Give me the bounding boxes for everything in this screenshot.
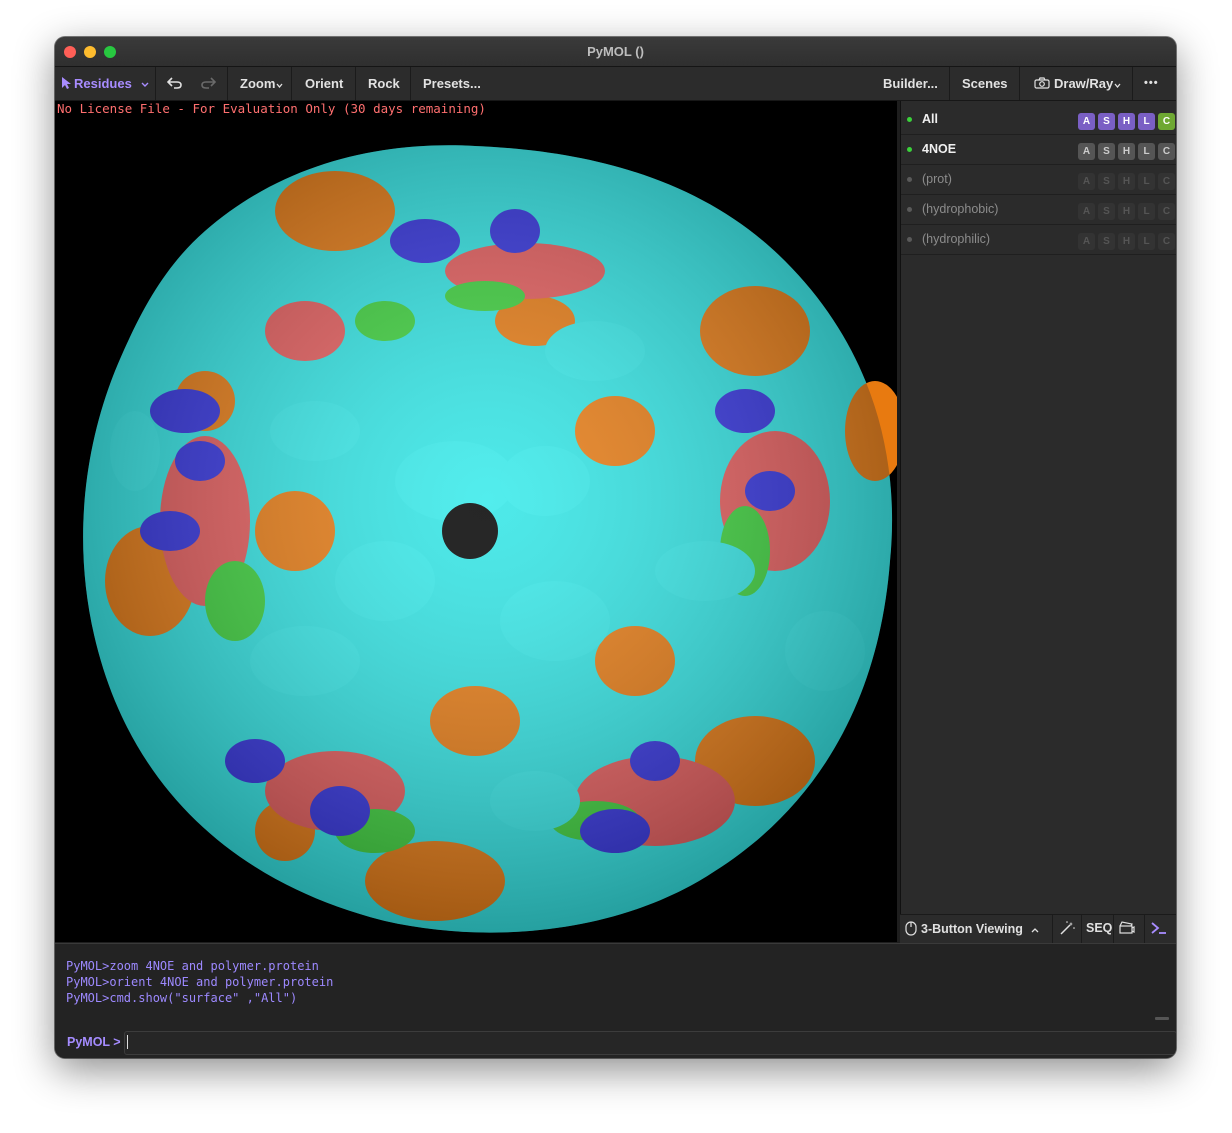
chevron-down-icon [276,83,283,89]
color-button[interactable]: C [1158,173,1175,190]
window-title: PyMOL () [587,44,644,59]
draw-ray-button[interactable]: Draw/Ray [1034,67,1121,100]
enabled-indicator[interactable] [907,207,912,212]
chevron-down-icon [141,82,149,87]
undo-icon [166,77,182,89]
movie-button[interactable] [1119,921,1135,937]
action-buttons: ASHLC [1075,111,1175,130]
hide-button[interactable]: H [1118,113,1135,130]
command-line-toggle[interactable] [1150,921,1168,938]
object-row-prot[interactable]: (prot) ASHLC [901,165,1176,195]
color-button[interactable]: C [1158,113,1175,130]
action-button[interactable]: A [1078,173,1095,190]
command-prompt-row: PyMOL > [55,1029,1176,1058]
color-button[interactable]: C [1158,233,1175,250]
object-name: (prot) [922,172,952,186]
object-row-hydrophilic[interactable]: (hydrophilic) ASHLC [901,225,1176,255]
scenes-button[interactable]: Scenes [962,67,1008,100]
rock-button[interactable]: Rock [368,67,400,100]
action-button[interactable]: A [1078,143,1095,160]
redo-button[interactable] [201,67,217,100]
magic-wand-icon [1060,921,1075,935]
action-button[interactable]: A [1078,113,1095,130]
action-buttons: ASHLC [1075,171,1175,190]
console-area: PyMOL>zoom 4NOE and polymer.protein PyMO… [55,943,1176,1058]
license-warning: No License File - For Evaluation Only (3… [57,101,486,116]
zoom-button[interactable]: Zoom [240,67,283,100]
console-output-line: PyMOL>zoom 4NOE and polymer.protein [66,959,319,973]
chevron-up-icon [1031,928,1039,933]
mouse-mode-selector[interactable]: Residues [61,67,149,100]
terminal-icon [1151,922,1166,934]
chevron-down-icon [1114,83,1121,89]
builder-button[interactable]: Builder... [883,67,938,100]
action-button[interactable]: A [1078,233,1095,250]
redo-icon [201,77,217,89]
hide-button[interactable]: H [1118,173,1135,190]
undo-button[interactable] [166,67,182,100]
orient-button[interactable]: Orient [305,67,343,100]
enabled-indicator[interactable] [907,177,912,182]
action-buttons: ASHLC [1075,231,1175,250]
console-output-line: PyMOL>orient 4NOE and polymer.protein [66,975,334,989]
object-row-4noe[interactable]: 4NOE ASHLC [901,135,1176,165]
pointer-icon [62,77,71,89]
resize-handle[interactable] [1155,1017,1169,1020]
3d-viewport[interactable]: No License File - For Evaluation Only (3… [55,101,897,942]
sequence-button[interactable]: SEQ [1086,921,1112,935]
action-buttons: ASHLC [1075,141,1175,160]
hide-button[interactable]: H [1118,233,1135,250]
presets-button[interactable]: Presets... [423,67,481,100]
title-bar: PyMOL () [55,37,1176,67]
mouse-mode-label: Residues [74,76,132,91]
draw-ray-label: Draw/Ray [1054,76,1114,91]
text-cursor [127,1035,128,1049]
show-button[interactable]: S [1098,113,1115,130]
color-button[interactable]: C [1158,203,1175,220]
label-button[interactable]: L [1138,113,1155,130]
prompt-label: PyMOL > [67,1035,121,1049]
viewing-mode-button[interactable]: 3-Button Viewing [905,921,1039,936]
console-output-line: PyMOL>cmd.show("surface" ,"All") [66,991,298,1005]
toolbar: Residues Zoom Orient Rock Presets... Bui… [55,67,1176,101]
zoom-label: Zoom [240,76,276,91]
enabled-indicator[interactable] [907,147,912,152]
command-input[interactable] [124,1031,1176,1055]
object-row-all[interactable]: All ASHLC [901,105,1176,135]
panel-bottom-bar: 3-Button Viewing SEQ [900,914,1176,943]
wizard-button[interactable] [1059,921,1075,938]
object-panel: All ASHLC 4NOE ASHLC (prot) ASHLC (hydro… [900,101,1176,942]
color-button[interactable]: C [1158,143,1175,160]
object-name: (hydrophilic) [922,232,991,246]
pymol-window: PyMOL () Residues Zoom Orient Rock Prese… [55,37,1176,1058]
show-button[interactable]: S [1098,203,1115,220]
protein-surface-render [83,145,897,933]
object-name: All [922,112,938,126]
hide-button[interactable]: H [1118,203,1135,220]
film-icon [1119,921,1135,934]
label-button[interactable]: L [1138,203,1155,220]
label-button[interactable]: L [1138,173,1155,190]
action-button[interactable]: A [1078,203,1095,220]
object-name: (hydrophobic) [922,202,999,216]
label-button[interactable]: L [1138,143,1155,160]
enabled-indicator[interactable] [907,117,912,122]
action-buttons: ASHLC [1075,201,1175,220]
label-button[interactable]: L [1138,233,1155,250]
hide-button[interactable]: H [1118,143,1135,160]
mouse-icon [905,921,917,936]
camera-icon [1034,77,1050,89]
more-button[interactable]: ••• [1144,67,1159,100]
show-button[interactable]: S [1098,233,1115,250]
enabled-indicator[interactable] [907,237,912,242]
viewing-mode-label: 3-Button Viewing [921,922,1023,936]
object-name: 4NOE [922,142,957,156]
show-button[interactable]: S [1098,173,1115,190]
object-row-hydrophobic[interactable]: (hydrophobic) ASHLC [901,195,1176,225]
show-button[interactable]: S [1098,143,1115,160]
